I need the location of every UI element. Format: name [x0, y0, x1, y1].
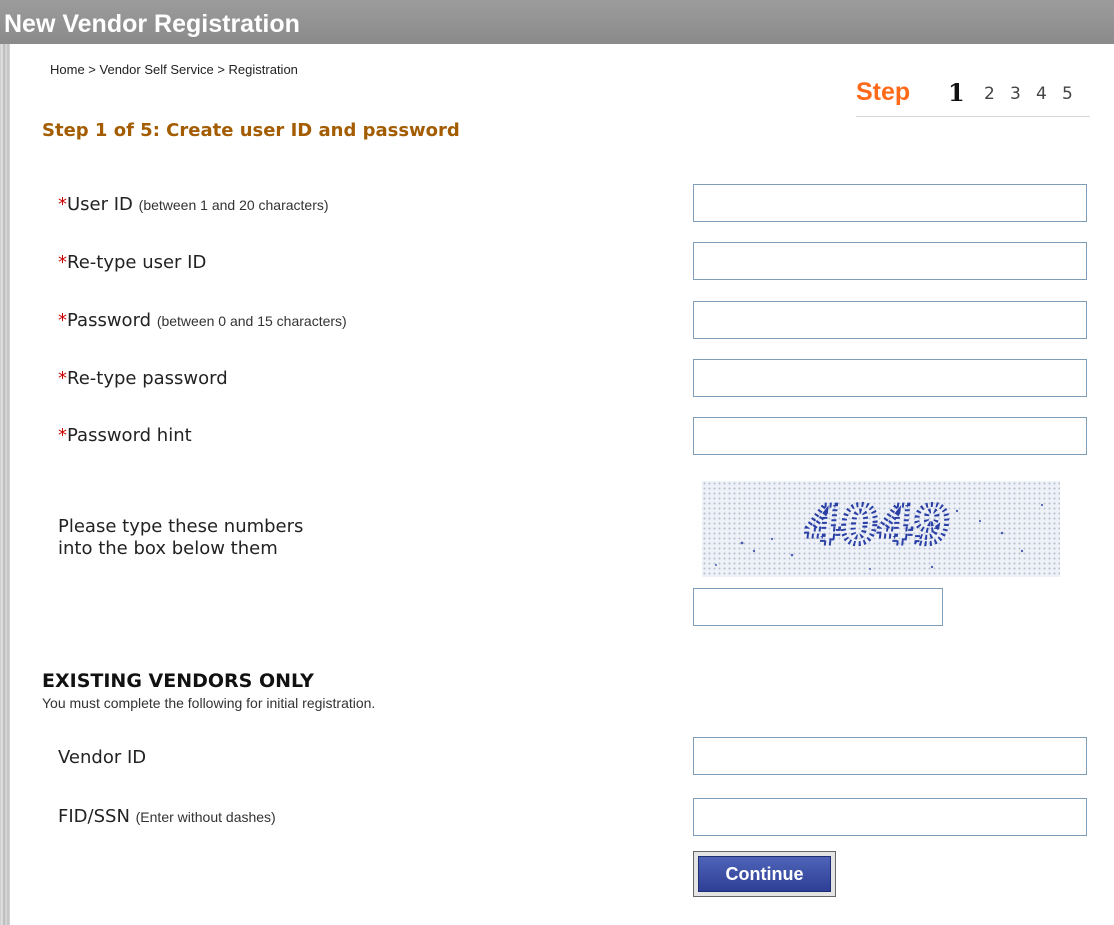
required-mark: * [58, 368, 67, 389]
retype-user-id-input[interactable] [693, 242, 1087, 280]
required-mark: * [58, 252, 67, 273]
retype-password-input[interactable] [693, 359, 1087, 397]
breadcrumb-separator: > [84, 62, 100, 77]
captcha-instruction: Please type these numbers into the box b… [58, 516, 304, 559]
fid-ssn-input[interactable] [693, 798, 1087, 836]
password-hint-input[interactable] [693, 417, 1087, 455]
password-hint-text: (between 0 and 15 characters) [156, 313, 347, 329]
vendor-id-input[interactable] [693, 737, 1087, 775]
fid-ssn-label-text: FID/SSN [58, 806, 130, 827]
title-bar: New Vendor Registration [0, 0, 1114, 44]
continue-button-label: Continue [698, 856, 831, 892]
left-rail [0, 44, 10, 925]
breadcrumb-vendor-self-service[interactable]: Vendor Self Service [100, 62, 214, 77]
retype-password-label-text: Re-type password [67, 368, 228, 389]
retype-user-id-label: *Re-type user ID [58, 252, 206, 273]
breadcrumb-home[interactable]: Home [50, 62, 85, 77]
captcha-input[interactable] [693, 588, 943, 626]
captcha-code-text: 4049 [802, 496, 953, 556]
step-1-current: 1 [948, 78, 965, 107]
step-2: 2 [984, 84, 995, 104]
breadcrumb-registration: Registration [228, 62, 298, 77]
step-5: 5 [1062, 84, 1073, 104]
user-id-label: *User ID (between 1 and 20 characters) [58, 194, 329, 215]
user-id-input[interactable] [693, 184, 1087, 222]
step-3: 3 [1010, 84, 1021, 104]
existing-vendors-note: You must complete the following for init… [42, 695, 376, 711]
page-title: New Vendor Registration [4, 10, 300, 38]
continue-button[interactable]: Continue [693, 851, 836, 897]
fid-ssn-hint: (Enter without dashes) [135, 809, 276, 825]
password-label-text: Password [67, 310, 152, 331]
step-label: Step [856, 78, 911, 106]
required-mark: * [58, 194, 67, 215]
vendor-id-label: Vendor ID [58, 747, 146, 768]
required-mark: * [58, 310, 67, 331]
existing-vendors-title: EXISTING VENDORS ONLY [42, 670, 314, 692]
step-4: 4 [1036, 84, 1047, 104]
retype-user-id-label-text: Re-type user ID [67, 252, 207, 273]
retype-password-label: *Re-type password [58, 368, 228, 389]
password-hint-label-text: Password hint [67, 425, 192, 446]
breadcrumb-separator: > [213, 62, 229, 77]
vendor-id-label-text: Vendor ID [58, 747, 147, 768]
password-label: *Password (between 0 and 15 characters) [58, 310, 347, 331]
password-input[interactable] [693, 301, 1087, 339]
user-id-label-text: User ID [67, 194, 133, 215]
step-heading: Step 1 of 5: Create user ID and password [42, 120, 460, 141]
password-hint-label: *Password hint [58, 425, 192, 446]
required-mark: * [58, 425, 67, 446]
breadcrumb: Home > Vendor Self Service > Registratio… [50, 62, 298, 77]
user-id-hint: (between 1 and 20 characters) [138, 197, 329, 213]
step-indicator: Step 1 2 3 4 5 [856, 78, 1090, 117]
captcha-image: 4049 [702, 481, 1060, 577]
fid-ssn-label: FID/SSN (Enter without dashes) [58, 806, 276, 827]
